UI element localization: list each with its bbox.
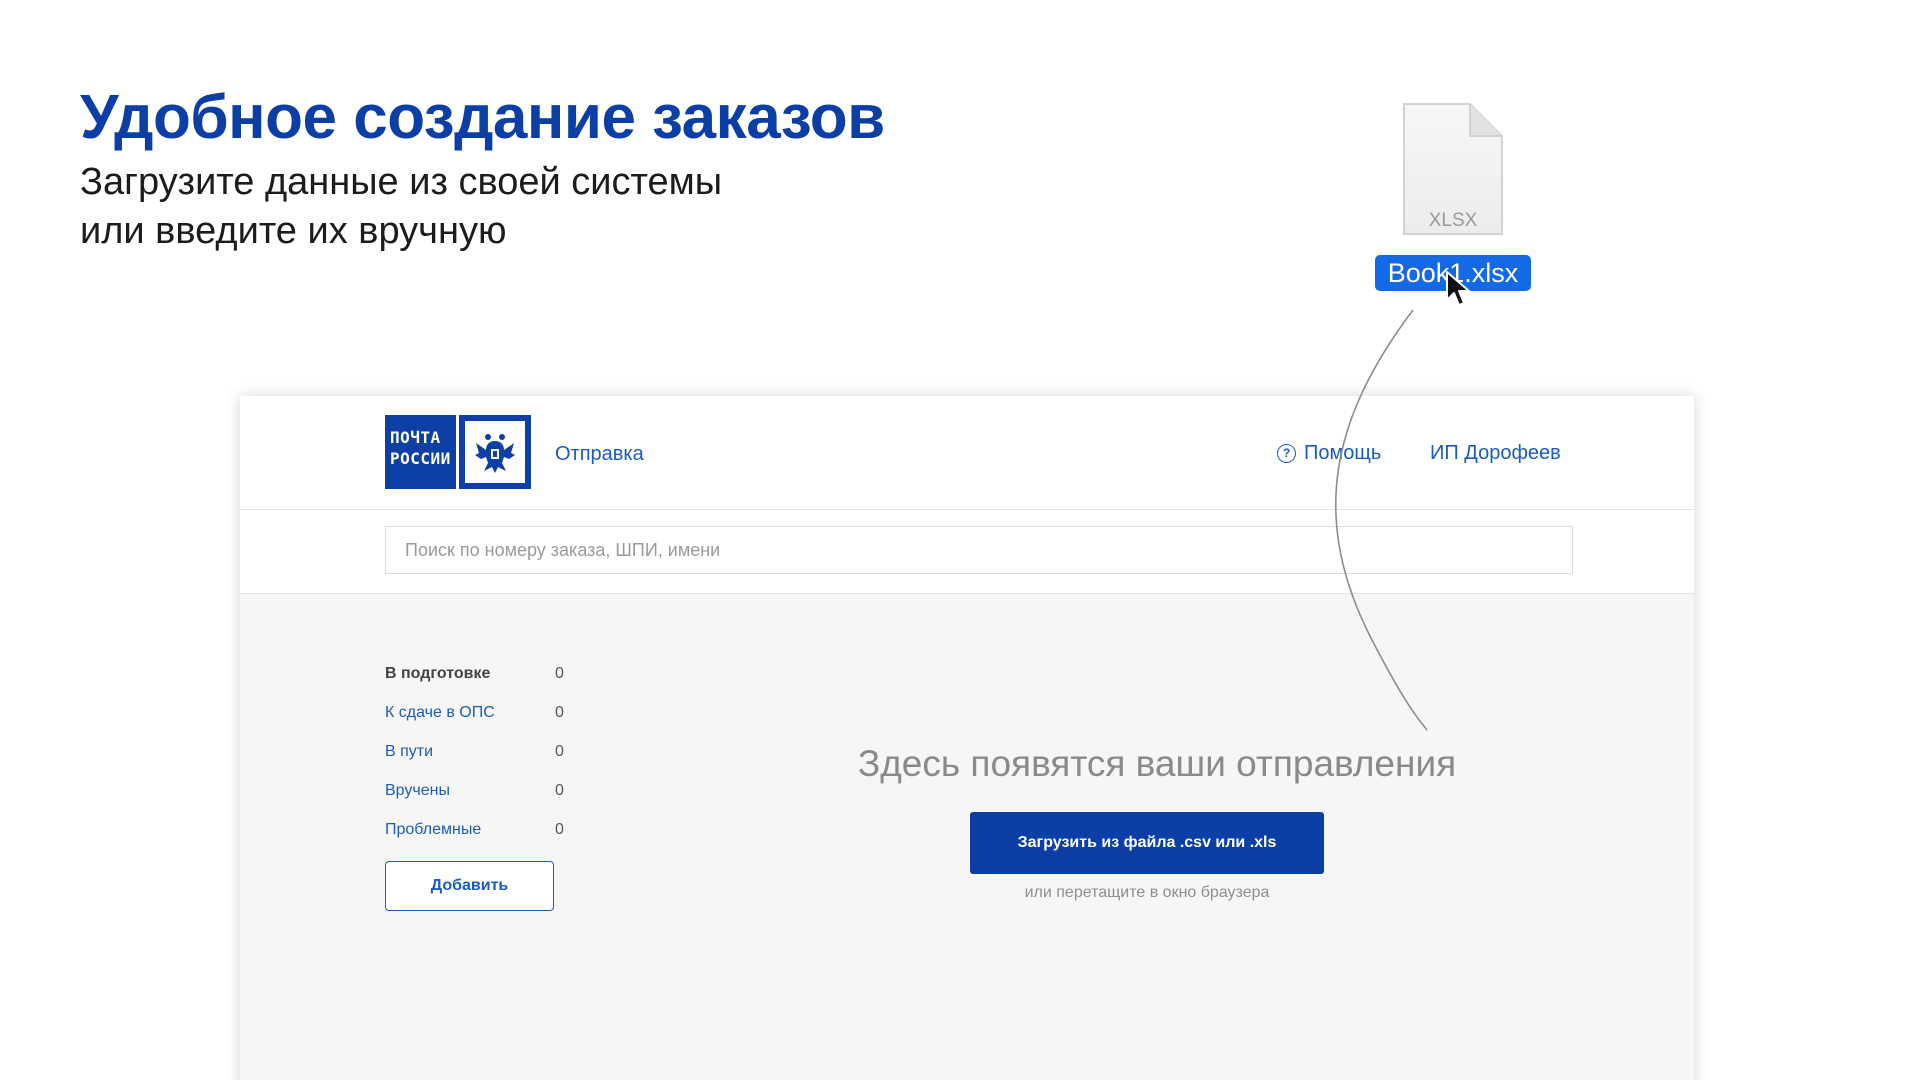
nav-send-link[interactable]: Отправка (555, 443, 644, 466)
file-type-label: XLSX (1429, 210, 1478, 231)
user-account-link[interactable]: ИП Дорофеев (1430, 442, 1561, 465)
nav-help-label: Помощь (1304, 442, 1382, 464)
status-count: 0 (555, 820, 564, 838)
russian-post-logo[interactable]: ПОЧТА РОССИИ (385, 415, 531, 489)
upload-file-button[interactable]: Загрузить из файла .csv или .xls (970, 812, 1324, 874)
question-circle-icon: ? (1277, 444, 1296, 463)
status-label: К сдаче в ОПС (385, 703, 495, 721)
slide-subtitle-line2: или введите их вручную (80, 210, 507, 252)
slide-subtitle-line1: Загрузите данные из своей системы (80, 161, 723, 203)
status-count: 0 (555, 664, 564, 682)
status-count: 0 (555, 703, 564, 721)
status-label: В подготовке (385, 664, 491, 682)
slide-subtitle: Загрузите данные из своей системы или вв… (80, 158, 722, 256)
empty-state-title: Здесь появятся ваши отправления (240, 743, 1694, 785)
search-input[interactable] (385, 526, 1573, 574)
nav-help-link[interactable]: ? Помощь (1277, 442, 1381, 465)
logo-emblem (459, 415, 531, 489)
slide-title: Удобное создание заказов (80, 83, 885, 152)
status-item-in-preparation[interactable]: В подготовке 0 (385, 654, 565, 693)
empty-state-title-text: Здесь появятся ваши отправления (857, 743, 1457, 784)
status-item-problematic[interactable]: Проблемные 0 (385, 810, 565, 849)
status-item-to-post-office[interactable]: К сдаче в ОПС 0 (385, 693, 565, 732)
search-bar (240, 510, 1694, 594)
double-headed-eagle-icon (463, 419, 527, 485)
mouse-pointer-icon (1446, 271, 1470, 306)
logo-text: ПОЧТА РОССИИ (385, 415, 456, 489)
app-header: ПОЧТА РОССИИ Отправка ? Помощь ИП Дорофе… (240, 396, 1694, 510)
add-button[interactable]: Добавить (385, 861, 554, 911)
drag-drop-hint: или перетащите в окно браузера (1024, 884, 1270, 901)
logo-text-line2: РОССИИ (390, 449, 451, 468)
logo-text-line1: ПОЧТА (390, 428, 441, 447)
status-label: Проблемные (385, 820, 482, 838)
spreadsheet-file-icon[interactable]: XLSX (1400, 102, 1504, 238)
app-window: ПОЧТА РОССИИ Отправка ? Помощь ИП Дорофе… (240, 396, 1694, 1080)
